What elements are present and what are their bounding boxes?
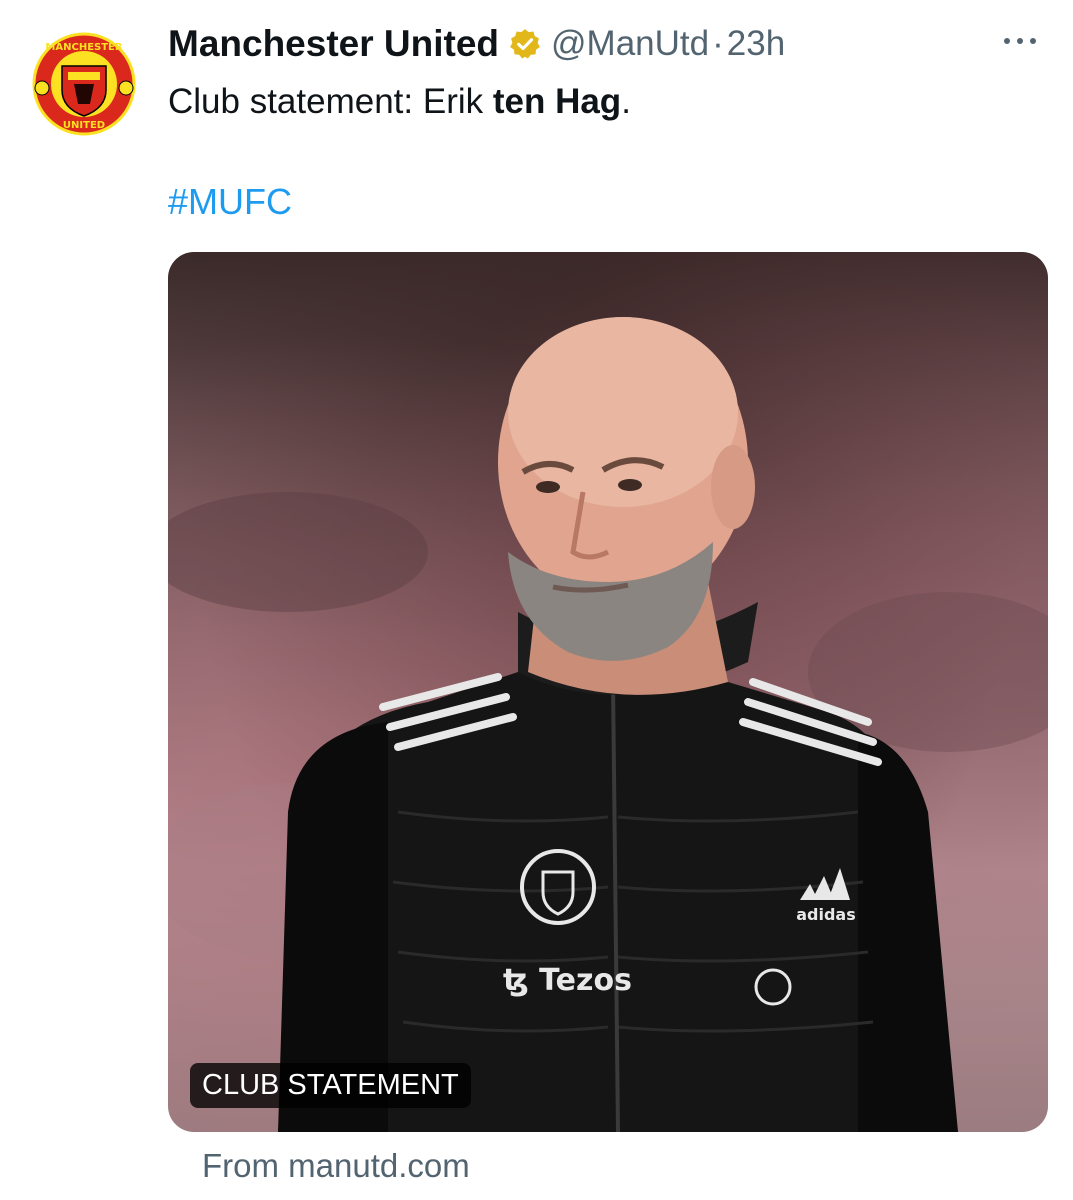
tweet-text-bold: ten Hag xyxy=(492,82,622,121)
tweet-text: Club statement: Erik ten Hag. xyxy=(168,80,631,124)
link-source[interactable]: From manutd.com xyxy=(202,1147,470,1185)
media-card[interactable]: adidas ꜩ Tezos CLUB STATEMENT xyxy=(168,252,1048,1132)
manchester-united-crest-icon: MANCHESTER UNITED xyxy=(30,30,138,138)
timestamp[interactable]: 23h xyxy=(727,24,785,64)
avatar[interactable]: MANCHESTER UNITED xyxy=(28,28,140,140)
more-dots-icon[interactable] xyxy=(1004,38,1036,44)
svg-text:adidas: adidas xyxy=(796,905,856,924)
tweet-text-plain: Club statement: Erik xyxy=(168,82,493,121)
svg-text:UNITED: UNITED xyxy=(63,120,105,131)
hashtag-link[interactable]: #MUFC xyxy=(168,181,292,223)
verified-badge-icon[interactable] xyxy=(508,27,542,61)
separator-dot: · xyxy=(712,24,724,63)
display-name[interactable]: Manchester United xyxy=(168,23,499,65)
tweet-header: Manchester United @ManUtd · 23h xyxy=(168,22,785,66)
tweet-text-end: . xyxy=(621,82,631,121)
media-label: CLUB STATEMENT xyxy=(190,1063,471,1108)
svg-text:ꜩ Tezos: ꜩ Tezos xyxy=(503,963,632,998)
svg-text:MANCHESTER: MANCHESTER xyxy=(45,42,122,53)
manager-photo: adidas ꜩ Tezos xyxy=(168,317,1048,1132)
handle[interactable]: @ManUtd xyxy=(551,24,709,64)
